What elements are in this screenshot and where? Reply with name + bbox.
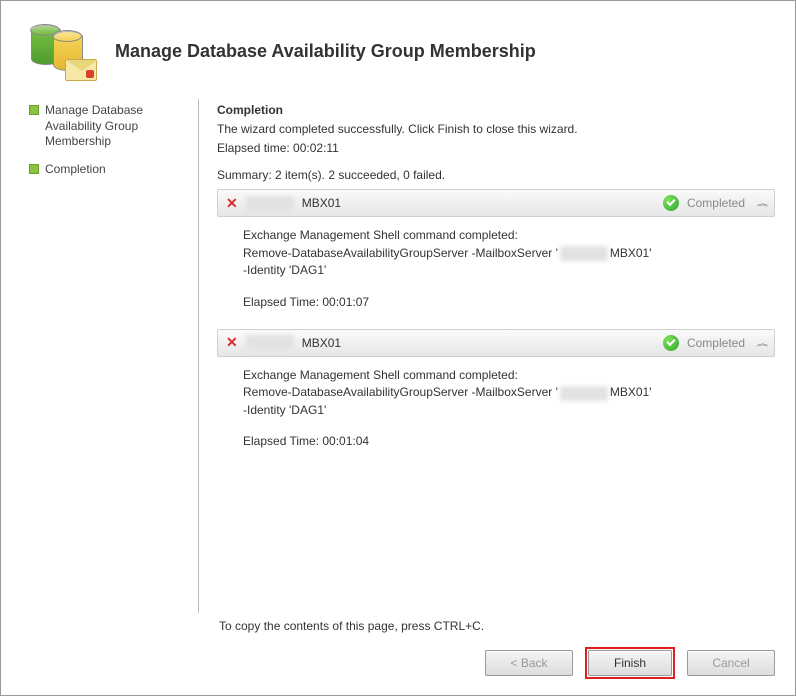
server-name: MBX01 [302, 336, 655, 350]
redacted-hostname [560, 386, 608, 401]
button-row: Help < Back Finish Cancel [15, 647, 781, 683]
finish-highlight: Finish [585, 647, 675, 679]
redacted-hostname [560, 246, 608, 261]
cmd-identity: -Identity 'DAG1' [243, 262, 761, 279]
cmd-completed-label: Exchange Management Shell command comple… [243, 227, 761, 244]
sidebar-step-label: Manage Database Availability Group Membe… [45, 103, 190, 150]
sidebar-step-label: Completion [45, 162, 106, 178]
remove-x-icon: ✕ [226, 195, 238, 212]
summary-counts: Summary: 2 item(s). 2 succeeded, 0 faile… [217, 167, 775, 184]
database-mail-icon [25, 21, 93, 81]
wizard-window: Manage Database Availability Group Membe… [0, 0, 796, 696]
cmd-identity: -Identity 'DAG1' [243, 402, 761, 419]
elapsed-time-item: Elapsed Time: 00:01:07 [243, 294, 761, 311]
result-item: ✕ MBX01 Completed ︽ Exchange Management … [217, 189, 775, 323]
step-marker-icon [29, 105, 39, 115]
cmd-text: MBX01' [610, 384, 652, 401]
chevron-up-icon[interactable]: ︽ [757, 199, 766, 209]
cmd-text: MBX01' [610, 245, 652, 262]
cancel-button: Cancel [687, 650, 775, 676]
step-marker-icon [29, 164, 39, 174]
cmd-completed-label: Exchange Management Shell command comple… [243, 367, 761, 384]
wizard-message: The wizard completed successfully. Click… [217, 121, 775, 138]
cmd-text: Remove-DatabaseAvailabilityGroupServer -… [243, 245, 558, 262]
page-title: Manage Database Availability Group Membe… [115, 41, 536, 62]
sidebar-step-completion: Completion [29, 162, 190, 178]
completion-heading: Completion [217, 103, 775, 117]
wizard-content: Completion The wizard completed successf… [199, 99, 781, 613]
elapsed-time-total: Elapsed time: 00:02:11 [217, 140, 775, 157]
results-list: ✕ MBX01 Completed ︽ Exchange Management … [217, 189, 775, 613]
result-item: ✕ MBX01 Completed ︽ Exchange Management … [217, 329, 775, 463]
sidebar-step-manage: Manage Database Availability Group Membe… [29, 103, 190, 150]
server-name: MBX01 [302, 196, 655, 210]
chevron-up-icon[interactable]: ︽ [757, 338, 766, 348]
result-body: Exchange Management Shell command comple… [217, 217, 775, 323]
back-button: < Back [485, 650, 573, 676]
wizard-footer: To copy the contents of this page, press… [15, 619, 781, 647]
elapsed-time-item: Elapsed Time: 00:01:04 [243, 433, 761, 450]
status-badge: Completed [687, 196, 745, 210]
result-header[interactable]: ✕ MBX01 Completed ︽ [217, 189, 775, 217]
check-circle-icon [663, 335, 679, 351]
result-body: Exchange Management Shell command comple… [217, 357, 775, 463]
check-circle-icon [663, 195, 679, 211]
redacted-hostname [246, 335, 294, 350]
cmd-line: Remove-DatabaseAvailabilityGroupServer -… [243, 384, 761, 401]
wizard-steps-sidebar: Manage Database Availability Group Membe… [15, 99, 199, 613]
remove-x-icon: ✕ [226, 334, 238, 351]
finish-button[interactable]: Finish [588, 650, 672, 676]
cmd-line: Remove-DatabaseAvailabilityGroupServer -… [243, 245, 761, 262]
result-header[interactable]: ✕ MBX01 Completed ︽ [217, 329, 775, 357]
cmd-text: Remove-DatabaseAvailabilityGroupServer -… [243, 384, 558, 401]
copy-hint-text: To copy the contents of this page, press… [219, 619, 775, 633]
redacted-hostname [246, 196, 294, 211]
wizard-header: Manage Database Availability Group Membe… [15, 13, 781, 99]
status-badge: Completed [687, 336, 745, 350]
